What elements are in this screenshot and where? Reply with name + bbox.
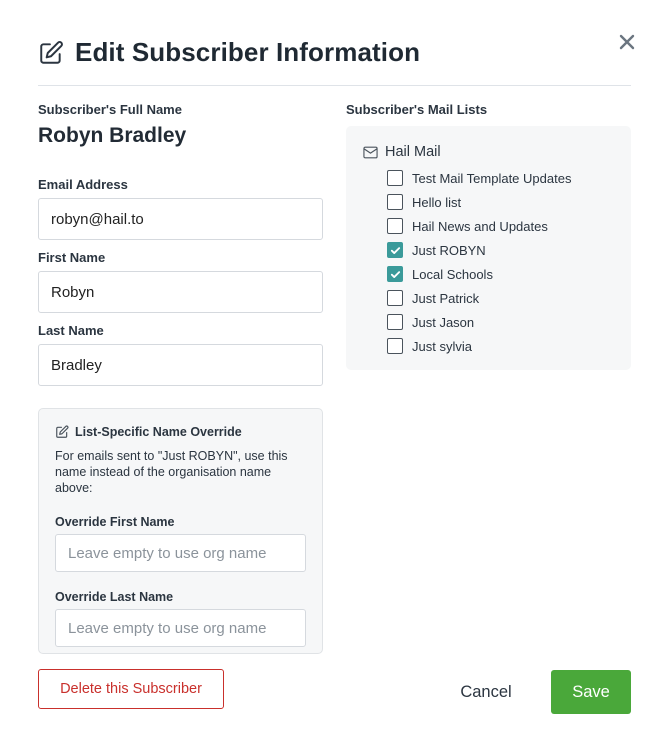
first-name-group: First Name	[38, 250, 323, 313]
mail-list-items: Test Mail Template Updates Hello list Hail…	[362, 166, 615, 358]
checkbox[interactable]	[387, 218, 403, 234]
checkmark-icon	[390, 270, 400, 278]
mail-lists-section: Subscriber's Mail Lists Hail Mail Test M…	[346, 102, 631, 370]
mail-list-item-label: Just Jason	[412, 314, 475, 330]
override-first-name-field[interactable]	[55, 534, 306, 572]
mail-list-group-name: Hail Mail	[385, 144, 441, 160]
subscriber-details: Subscriber's Full Name Robyn Bradley Ema…	[38, 102, 323, 386]
override-first-group: Override First Name	[55, 515, 306, 572]
mail-list-item-label: Just ROBYN	[412, 242, 486, 258]
checkbox-checked[interactable]	[387, 266, 403, 282]
mail-list-item[interactable]: Just sylvia	[387, 334, 615, 358]
last-name-field[interactable]	[38, 344, 323, 386]
override-title: List-Specific Name Override	[55, 425, 306, 439]
mail-list-item-label: Test Mail Template Updates	[412, 170, 572, 186]
delete-subscriber-button[interactable]: Delete this Subscriber	[38, 669, 224, 709]
dialog-title: Edit Subscriber Information	[75, 37, 421, 67]
last-name-group: Last Name	[38, 323, 323, 386]
full-name-label: Subscriber's Full Name	[38, 102, 182, 117]
mail-list-item-label: Just Patrick	[412, 290, 480, 306]
email-group: Email Address	[38, 177, 323, 240]
override-last-label: Override Last Name	[55, 590, 174, 604]
email-label: Email Address	[38, 177, 128, 192]
mail-list-item-label: Just sylvia	[412, 338, 472, 354]
checkbox[interactable]	[387, 314, 403, 330]
first-name-label: First Name	[38, 250, 106, 265]
email-field[interactable]	[38, 198, 323, 240]
close-icon[interactable]	[615, 30, 639, 54]
mail-list-item[interactable]: Just ROBYN	[387, 238, 615, 262]
mail-lists-label: Subscriber's Mail Lists	[346, 102, 488, 117]
override-first-label: Override First Name	[55, 515, 175, 529]
override-title-text: List-Specific Name Override	[75, 425, 242, 439]
edit-icon	[40, 41, 63, 64]
checkbox[interactable]	[387, 170, 403, 186]
checkbox-checked[interactable]	[387, 242, 403, 258]
mail-list-item[interactable]: Local Schools	[387, 262, 615, 286]
mail-list-item-label: Hello list	[412, 194, 462, 210]
checkmark-icon	[390, 246, 400, 254]
envelope-icon	[363, 146, 378, 158]
override-last-group: Override Last Name	[55, 590, 306, 647]
dialog-header: Edit Subscriber Information	[38, 36, 631, 86]
mail-list-item[interactable]: Hello list	[387, 190, 615, 214]
mail-list-item[interactable]: Hail News and Updates	[387, 214, 615, 238]
save-button[interactable]: Save	[551, 670, 631, 714]
edit-icon	[56, 425, 69, 438]
mail-list-item-label: Hail News and Updates	[412, 218, 548, 234]
checkbox[interactable]	[387, 290, 403, 306]
mail-list-item[interactable]: Just Jason	[387, 310, 615, 334]
mail-list-item[interactable]: Test Mail Template Updates	[387, 166, 615, 190]
override-last-name-field[interactable]	[55, 609, 306, 647]
name-override-panel: List-Specific Name Override For emails s…	[38, 408, 323, 654]
edit-subscriber-dialog: Edit Subscriber Information Subscriber's…	[0, 0, 667, 748]
checkbox[interactable]	[387, 338, 403, 354]
mail-lists-panel: Hail Mail Test Mail Template Updates Hell…	[346, 126, 631, 370]
first-name-field[interactable]	[38, 271, 323, 313]
mail-list-item-label: Local Schools	[412, 266, 493, 282]
override-description: For emails sent to "Just ROBYN", use thi…	[55, 449, 288, 495]
mail-list-item[interactable]: Just Patrick	[387, 286, 615, 310]
last-name-label: Last Name	[38, 323, 104, 338]
cancel-button[interactable]: Cancel	[442, 670, 530, 714]
mail-list-group: Hail Mail	[363, 142, 615, 162]
subscriber-full-name: Robyn Bradley	[38, 124, 187, 147]
checkbox[interactable]	[387, 194, 403, 210]
